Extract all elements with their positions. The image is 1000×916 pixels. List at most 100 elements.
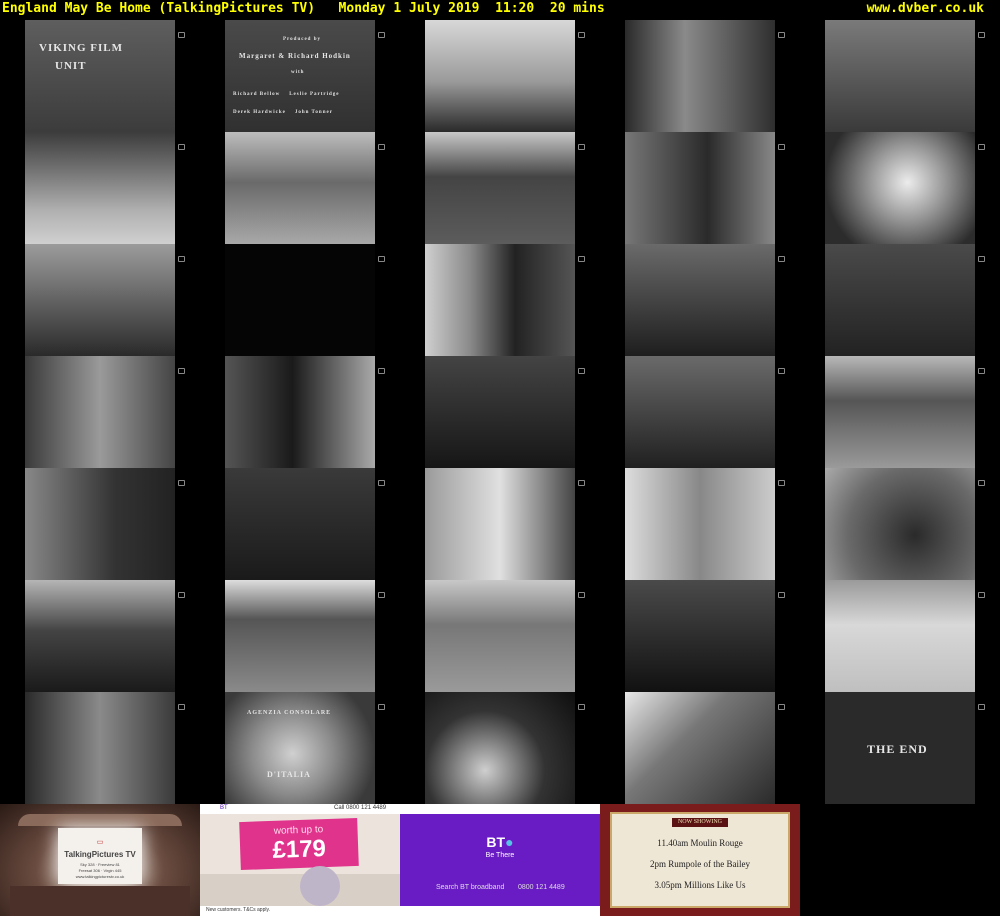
frame-model-house[interactable]: [825, 580, 975, 692]
thumbnail-cell: [0, 132, 200, 244]
curtain-base: [10, 886, 190, 916]
sprocket-hole-icon: [978, 592, 985, 598]
frame-street-men-walking[interactable]: [25, 356, 175, 468]
talkingpictures-logo: TalkingPictures TV: [64, 850, 136, 859]
frame-two-men-talking[interactable]: [425, 244, 575, 356]
thumbnail-cell: [800, 580, 1000, 692]
thumbnail-cell: [200, 468, 400, 580]
frame-group-men[interactable]: [225, 468, 375, 580]
thumbnail-cell: [200, 132, 400, 244]
frame-street-corner[interactable]: [425, 580, 575, 692]
promo-talkingpictures: ▭ TalkingPictures TV Sky 328 · Freeview …: [0, 804, 200, 916]
frame-yard-figures[interactable]: [25, 132, 175, 244]
frame-consulate-plaque[interactable]: AGENZIA CONSOLARE D'ITALIA: [225, 692, 375, 804]
frame-hands-photo[interactable]: [825, 132, 975, 244]
thumbnail-cell: [200, 244, 400, 356]
thumbnail-cell: [200, 356, 400, 468]
frame-pub-conversation[interactable]: [225, 356, 375, 468]
frame-caption: Richard Bellow Leslie Partridge: [233, 92, 340, 97]
sprocket-hole-icon: [578, 704, 585, 710]
thumbnail-cell: [600, 356, 800, 468]
sprocket-hole-icon: [578, 144, 585, 150]
thumbnail-grid: VIKING FILM UNIT Produced by Margaret & Ric…: [0, 20, 1000, 804]
frame-caption: with: [291, 70, 305, 75]
frame-terrace-street[interactable]: [225, 580, 375, 692]
frame-lorry[interactable]: [425, 132, 575, 244]
sprocket-hole-icon: [978, 32, 985, 38]
frame-caption: Derek Hardwicke John Tonner: [233, 110, 333, 115]
frame-radiogram[interactable]: [25, 580, 175, 692]
channel-website: www.talkingpicturestv.co.uk: [75, 874, 125, 879]
bt-brand-phone: 0800 121 4489: [518, 884, 565, 891]
thumbnail-cell: [600, 20, 800, 132]
thumbnail-cell: VIKING FILM UNIT: [0, 20, 200, 132]
sprocket-hole-icon: [578, 480, 585, 486]
frame-bus-road[interactable]: [225, 132, 375, 244]
sprocket-hole-icon: [778, 704, 785, 710]
bt-phone: Call 0800 121 4489: [334, 805, 387, 811]
frame-caption: Margaret & Richard Hodkin: [239, 52, 351, 60]
sprocket-hole-icon: [578, 368, 585, 374]
sprocket-hole-icon: [778, 256, 785, 262]
thumbnail-cell: [800, 356, 1000, 468]
thumbnail-cell: [0, 692, 200, 804]
frame-street-workers[interactable]: [625, 20, 775, 132]
frame-man-writing[interactable]: [825, 244, 975, 356]
now-showing-item: 3.05pm Millions Like Us: [654, 880, 746, 890]
offer-amount: £179: [272, 835, 327, 864]
frame-hand-bottle[interactable]: [425, 692, 575, 804]
frame-the-end[interactable]: THE END: [825, 692, 975, 804]
thumbnail-cell: Produced by Margaret & Richard Hodkin with…: [200, 20, 400, 132]
frame-crowd[interactable]: [25, 468, 175, 580]
flowers-decoration: [300, 866, 340, 906]
frame-crane-cargo[interactable]: [425, 20, 575, 132]
sprocket-hole-icon: [378, 704, 385, 710]
frame-shopkeeper-woman[interactable]: [625, 468, 775, 580]
sprocket-hole-icon: [578, 32, 585, 38]
sprocket-hole-icon: [378, 256, 385, 262]
frame-men-by-wall[interactable]: [625, 132, 775, 244]
promo-now-showing: NOW SHOWING 11.40am Moulin Rouge 2pm Rum…: [600, 804, 800, 916]
frame-credits-producers[interactable]: Produced by Margaret & Richard Hodkin with…: [225, 20, 375, 132]
sprocket-hole-icon: [978, 368, 985, 374]
bt-mini-logo: BT: [220, 805, 228, 811]
now-showing-board: NOW SHOWING 11.40am Moulin Rouge 2pm Rum…: [610, 812, 790, 908]
sprocket-hole-icon: [778, 592, 785, 598]
thumbnail-cell: [400, 468, 600, 580]
sprocket-hole-icon: [778, 368, 785, 374]
promo-bt-brand: BT● Be There Search BT broadband 0800 12…: [400, 804, 600, 916]
sprocket-hole-icon: [978, 704, 985, 710]
frame-factory-machine[interactable]: [825, 20, 975, 132]
offer-small-print: New customers. T&Cs apply.: [206, 907, 271, 913]
frame-caption: THE END: [867, 742, 928, 756]
frame-black[interactable]: [225, 244, 375, 356]
frame-shop-counter[interactable]: [425, 468, 575, 580]
thumbnail-cell: [800, 244, 1000, 356]
bt-tagline: Be There: [485, 852, 515, 859]
site-link[interactable]: www.dvber.co.uk: [867, 0, 984, 18]
frame-items-table[interactable]: [825, 468, 975, 580]
thumbnail-cell: [0, 468, 200, 580]
frame-office-room[interactable]: [25, 244, 175, 356]
sprocket-hole-icon: [378, 592, 385, 598]
arch-decoration: [18, 814, 182, 826]
sprocket-hole-icon: [178, 368, 185, 374]
frame-man-lattice[interactable]: [625, 692, 775, 804]
sprocket-hole-icon: [978, 256, 985, 262]
frame-caption: AGENZIA CONSOLARE: [247, 710, 332, 716]
frame-pub-bar[interactable]: [625, 356, 775, 468]
thumbnail-cell: THE END: [800, 692, 1000, 804]
thumbnail-cell: [600, 244, 800, 356]
thumbnail-cell: [200, 580, 400, 692]
tv-icon: ▭: [96, 839, 104, 846]
programme-title: England May Be Home (TalkingPictures TV)…: [2, 1, 605, 16]
thumbnail-cell: [400, 244, 600, 356]
frame-handshake[interactable]: [625, 580, 775, 692]
frame-shopfront[interactable]: [825, 356, 975, 468]
frame-man-at-desk[interactable]: [625, 244, 775, 356]
frame-doorway-men[interactable]: [25, 692, 175, 804]
sprocket-hole-icon: [778, 32, 785, 38]
channel-numbers-2: Freesat 306 · Virgin 445: [78, 868, 122, 873]
frame-viking-film-unit[interactable]: VIKING FILM UNIT: [25, 20, 175, 132]
frame-pub-table[interactable]: [425, 356, 575, 468]
